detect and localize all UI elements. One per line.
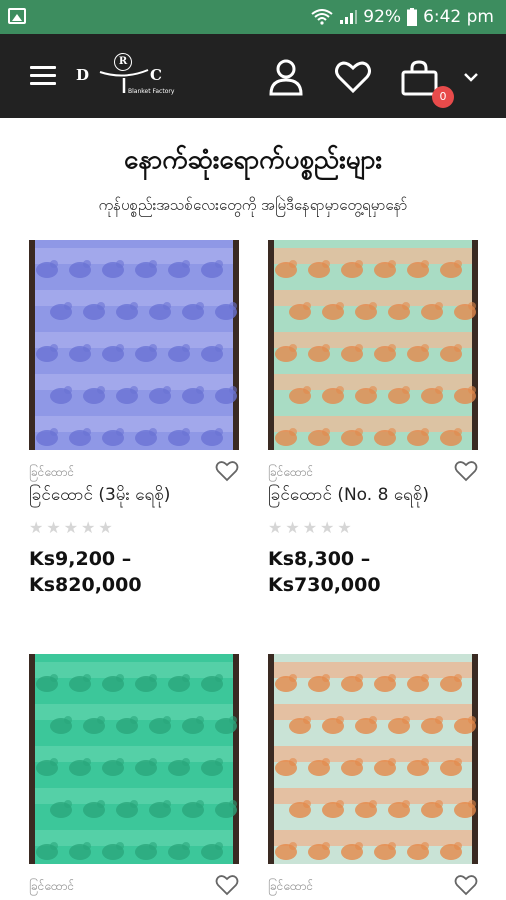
product-title[interactable]: ခြင်ထောင် (No. 8 ရေစို) xyxy=(268,484,429,509)
add-to-wishlist-heart-icon[interactable] xyxy=(215,874,239,896)
wishlist-heart-icon[interactable] xyxy=(335,60,371,94)
price-min: Ks9,200 – xyxy=(29,548,132,570)
product-image[interactable] xyxy=(29,654,239,864)
battery-percent: 92% xyxy=(363,7,402,27)
signal-icon xyxy=(340,10,358,24)
menu-icon[interactable] xyxy=(30,66,56,86)
battery-icon xyxy=(407,8,418,26)
product-category[interactable]: ခြင်ထောင် xyxy=(268,878,313,896)
chevron-down-icon[interactable] xyxy=(464,72,478,82)
price-max: Ks820,000 xyxy=(29,574,142,596)
product-card[interactable]: ခြင်ထောင် ခြင်ထောင် (No. 8 ရေစို) ★★★★★ … xyxy=(268,240,480,596)
product-card[interactable]: ခြင်ထောင် xyxy=(29,654,241,896)
status-indicators: 92% 6:42 pm xyxy=(311,0,494,34)
product-category[interactable]: ခြင်ထောင် xyxy=(268,464,313,482)
clock: 6:42 pm xyxy=(423,7,494,27)
status-bar: 92% 6:42 pm xyxy=(0,0,506,34)
product-card[interactable]: ခြင်ထောင် xyxy=(268,654,480,896)
site-header: D R C Blanket Factory 0 xyxy=(0,34,506,118)
product-card[interactable]: ခြင်ထောင် ခြင်ထောင် (3မိုး ရေစို) ★★★★★ … xyxy=(29,240,241,596)
price-min: Ks8,300 – xyxy=(268,548,371,570)
price-max: Ks730,000 xyxy=(268,574,381,596)
page-subtitle: ကုန်ပစ္စည်းအသစ်လေးတွေကို အမြဲဒီနေရာမှာတွ… xyxy=(98,196,408,214)
product-image[interactable] xyxy=(268,654,478,864)
logo-subtitle: Blanket Factory xyxy=(128,88,175,95)
product-title[interactable]: ခြင်ထောင် (3မိုး ရေစို) xyxy=(29,484,170,509)
add-to-wishlist-heart-icon[interactable] xyxy=(215,460,239,482)
product-category[interactable]: ခြင်ထောင် xyxy=(29,878,74,896)
rating-stars: ★★★★★ xyxy=(29,518,116,537)
logo[interactable]: D R C Blanket Factory xyxy=(70,52,190,102)
product-category[interactable]: ခြင်ထောင် xyxy=(29,464,74,482)
logo-letter-c: C xyxy=(150,66,162,84)
cart-count-badge: 0 xyxy=(432,86,454,108)
gallery-notification-icon xyxy=(8,8,26,24)
add-to-wishlist-heart-icon[interactable] xyxy=(454,460,478,482)
logo-letter-d: D xyxy=(76,66,90,84)
product-image[interactable] xyxy=(29,240,239,450)
user-icon[interactable] xyxy=(268,58,304,96)
wifi-icon xyxy=(311,9,333,25)
product-image[interactable] xyxy=(268,240,478,450)
rating-stars: ★★★★★ xyxy=(268,518,355,537)
page-title: နောက်ဆုံးရောက်ပစ္စည်းများ xyxy=(123,145,383,175)
add-to-wishlist-heart-icon[interactable] xyxy=(454,874,478,896)
